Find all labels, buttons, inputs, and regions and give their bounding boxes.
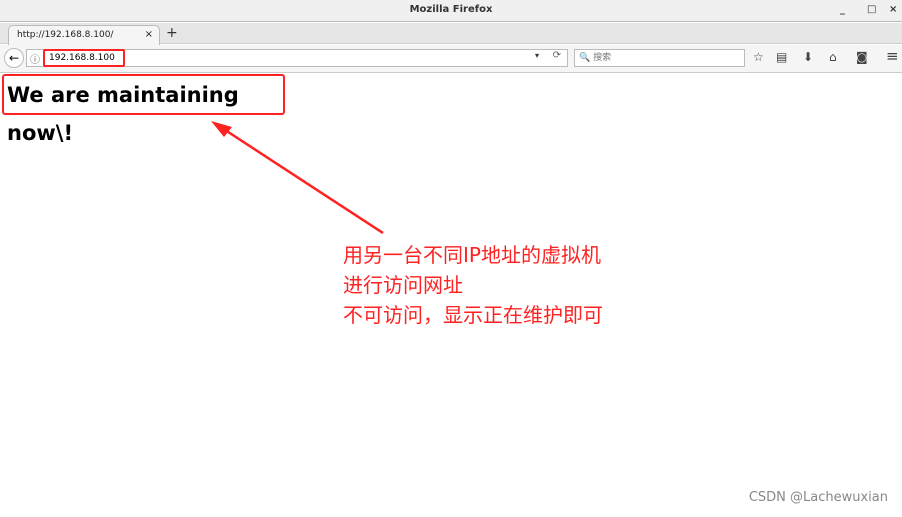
annotation-text: 用另一台不同IP地址的虚拟机 进行访问网址 不可访问，显示正在维护即可 (343, 240, 603, 330)
annotation-line: 进行访问网址 (343, 273, 463, 297)
watermark: CSDN @Lachewuxian (748, 490, 888, 505)
annotation-line: 用另一台不同IP地址的虚拟机 (343, 243, 601, 267)
annotation-line: 不可访问，显示正在维护即可 (343, 303, 603, 327)
